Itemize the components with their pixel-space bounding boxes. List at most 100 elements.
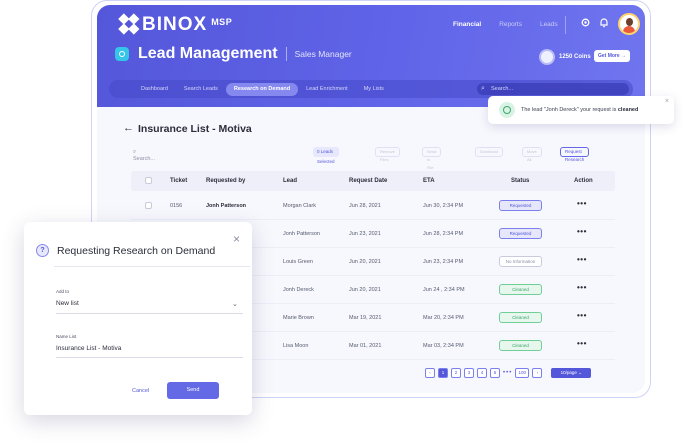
per-page-value: 10/page bbox=[560, 370, 577, 375]
add-to-select[interactable]: New list bbox=[56, 300, 79, 307]
col-requested-by: Requested by bbox=[206, 178, 246, 184]
tab-bar: Dashboard Search Leads Research on Deman… bbox=[133, 80, 392, 98]
cell-lead: Lisa Moon bbox=[283, 343, 309, 349]
cell-date: Mar 01, 2021 bbox=[349, 343, 382, 349]
tab-search-leads[interactable]: Search Leads bbox=[176, 83, 226, 96]
tab-my-lists[interactable]: My Lists bbox=[356, 83, 392, 96]
page-1-button[interactable]: 1 bbox=[438, 368, 448, 378]
bell-icon[interactable] bbox=[597, 17, 611, 31]
add-to-label: Add to bbox=[56, 289, 70, 294]
name-list-underline bbox=[56, 357, 243, 358]
toast-prefix: The lead "Jonh Dereck" your request is bbox=[521, 107, 617, 113]
col-request-date: Request Date bbox=[349, 178, 388, 184]
col-action: Action bbox=[574, 178, 593, 184]
cell-lead: Marie Brown bbox=[283, 315, 314, 321]
per-page-select[interactable]: 10/page ⌄ bbox=[551, 368, 592, 378]
chevron-down-icon[interactable]: ⌄ bbox=[232, 300, 238, 308]
download-button[interactable]: Download bbox=[475, 147, 503, 157]
move-all-button[interactable]: Move All bbox=[522, 147, 542, 162]
col-status: Status bbox=[511, 178, 530, 184]
remove-files-button[interactable]: Remove Files bbox=[375, 147, 400, 162]
cell-eta: Mar 03, 2:34 PM bbox=[423, 343, 464, 349]
cell-date: Jun 20, 2021 bbox=[349, 287, 381, 293]
cancel-button[interactable]: Cancel bbox=[132, 388, 149, 394]
row-actions-button[interactable]: ••• bbox=[577, 305, 587, 332]
pagination-ellipsis: ••• bbox=[503, 370, 513, 376]
col-ticket: Ticket bbox=[170, 178, 188, 184]
global-search-input[interactable]: ⌕ Search... bbox=[477, 83, 629, 95]
coin-icon bbox=[536, 46, 558, 68]
get-more-button[interactable]: Get More → bbox=[594, 50, 630, 62]
lead-management-icon bbox=[115, 47, 129, 61]
request-research-button[interactable]: Request Research bbox=[560, 147, 590, 162]
add-to-underline bbox=[56, 313, 243, 314]
topnav-divider bbox=[565, 16, 566, 34]
cell-requested-by: Jonh Patterson bbox=[206, 203, 247, 209]
settings-icon[interactable] bbox=[578, 17, 592, 31]
table-row[interactable]: 0156 Jonh Patterson Morgan Clark Jun 28,… bbox=[131, 193, 615, 220]
cell-date: Jun 28, 2021 bbox=[349, 203, 381, 209]
name-list-input[interactable]: Insurance List - Motiva bbox=[56, 345, 121, 352]
status-badge: Requested bbox=[499, 228, 542, 239]
header-banner: BINOX MSP Financial Reports Leads Lead M… bbox=[97, 5, 645, 107]
name-list-label: Name List bbox=[56, 334, 77, 339]
status-badge: Cleaned bbox=[499, 312, 542, 323]
toast-close-icon[interactable]: × bbox=[665, 98, 669, 105]
row-actions-button[interactable]: ••• bbox=[577, 333, 587, 360]
page-3-button[interactable]: 3 bbox=[464, 368, 474, 378]
notification-toast: The lead "Jonh Dereck" your request is c… bbox=[488, 96, 674, 124]
topnav-financial[interactable]: Financial bbox=[453, 21, 481, 28]
next-page-button[interactable]: › bbox=[532, 368, 543, 378]
search-icon: ⌕ bbox=[481, 85, 485, 92]
list-search-placeholder: Search... bbox=[133, 156, 156, 162]
top-nav: Financial Reports Leads bbox=[453, 21, 558, 28]
tab-dashboard[interactable]: Dashboard bbox=[133, 83, 176, 96]
col-eta: ETA bbox=[423, 178, 435, 184]
cell-eta: Jun 24 , 2:34 PM bbox=[423, 287, 465, 293]
col-lead: Lead bbox=[283, 178, 298, 184]
research-request-modal: × ? Requesting Research on Demand Add to… bbox=[24, 222, 252, 415]
send-button[interactable]: Send bbox=[167, 382, 219, 399]
brand-name: BINOX bbox=[142, 14, 208, 35]
brand-logo[interactable]: BINOX MSP bbox=[117, 13, 233, 36]
back-arrow-icon[interactable]: ← bbox=[123, 122, 134, 134]
tab-research-on-demand[interactable]: Research on Demand bbox=[225, 82, 299, 96]
prev-page-button[interactable]: ‹ bbox=[425, 368, 435, 378]
title-row: Lead Management Sales Manager bbox=[115, 45, 352, 63]
modal-close-icon[interactable]: × bbox=[233, 232, 240, 246]
row-checkbox[interactable] bbox=[145, 202, 152, 209]
page-4-button[interactable]: 4 bbox=[477, 368, 487, 378]
topnav-leads[interactable]: Leads bbox=[540, 21, 558, 28]
page-2-button[interactable]: 2 bbox=[451, 368, 461, 378]
question-icon: ? bbox=[36, 244, 49, 257]
status-badge: Cleaned bbox=[499, 284, 542, 295]
select-all-checkbox[interactable] bbox=[145, 177, 152, 184]
row-actions-button[interactable]: ••• bbox=[577, 249, 587, 276]
user-avatar[interactable] bbox=[618, 13, 640, 35]
table-header: Ticket Requested by Lead Request Date ET… bbox=[131, 171, 615, 191]
status-badge: No Information bbox=[499, 256, 542, 267]
page-title: Lead Management bbox=[138, 45, 278, 62]
screenshot-stage: BINOX MSP Financial Reports Leads Lead M… bbox=[0, 0, 683, 447]
row-actions-button[interactable]: ••• bbox=[577, 221, 587, 248]
cell-lead: Louis Green bbox=[283, 259, 313, 265]
cell-lead: Jonh Patterson bbox=[283, 231, 320, 237]
cell-eta: Jun 23, 2:34 PM bbox=[423, 259, 464, 265]
toast-message: The lead "Jonh Dereck" your request is c… bbox=[521, 96, 638, 124]
toast-status: cleaned bbox=[617, 107, 639, 113]
page-5-button[interactable]: 5 bbox=[490, 368, 500, 378]
topnav-reports[interactable]: Reports bbox=[499, 21, 522, 28]
page-100-button[interactable]: 100 bbox=[515, 368, 530, 378]
coins-balance: 1250 Coins bbox=[536, 46, 591, 68]
cell-eta: Jun 28, 2:34 PM bbox=[423, 231, 464, 237]
send-to-file-button[interactable]: Send to File bbox=[422, 147, 442, 170]
cell-date: Jun 23, 2021 bbox=[349, 231, 381, 237]
list-search-input[interactable]: ⌕ Search... bbox=[133, 149, 155, 162]
brand-suffix: MSP bbox=[211, 16, 233, 27]
cell-eta: Mar 20, 2:34 PM bbox=[423, 315, 464, 321]
check-circle-icon bbox=[499, 102, 515, 118]
cell-lead: Jonh Dereck bbox=[283, 287, 314, 293]
row-actions-button[interactable]: ••• bbox=[577, 277, 587, 304]
row-actions-button[interactable]: ••• bbox=[577, 193, 587, 220]
tab-lead-enrichment[interactable]: Lead Enrichment bbox=[298, 83, 356, 96]
